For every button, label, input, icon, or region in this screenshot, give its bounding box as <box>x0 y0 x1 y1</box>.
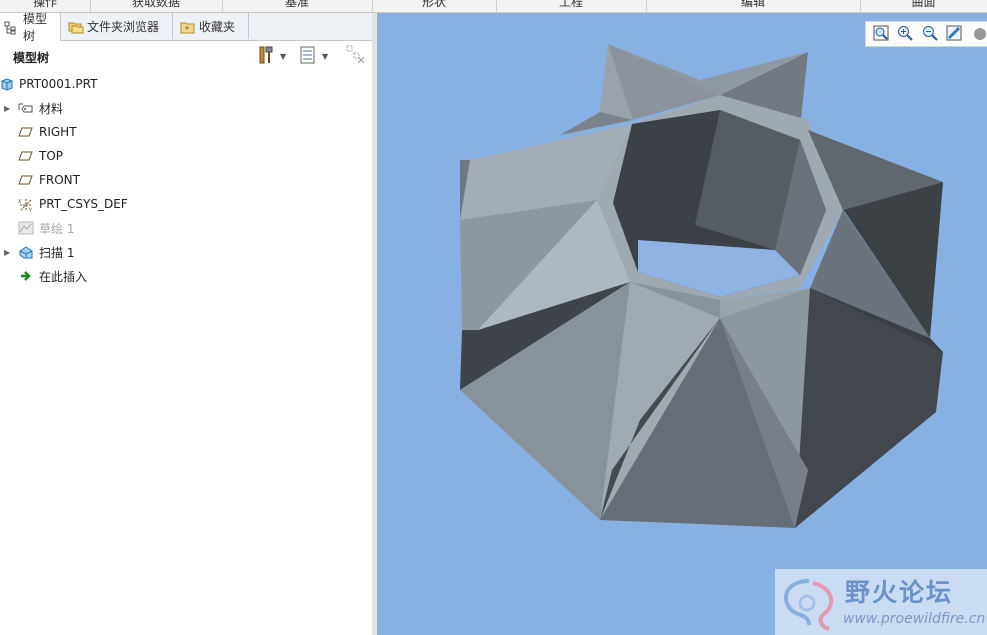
tree-item-label: PRT_CSYS_DEF <box>39 197 128 211</box>
ribbon-group-strip: 操作 获取数据 基准 形状 工程 编辑 曲面 <box>0 0 987 13</box>
repaint-button[interactable] <box>945 24 963 44</box>
watermark-url: www.proewildfire.cn <box>843 611 986 627</box>
navigator-tab-bar: 模型树 文件夹浏览器 * 收藏夹 <box>0 12 372 43</box>
tree-item-label: RIGHT <box>39 125 77 139</box>
settings-dropdown-button[interactable]: ▼ <box>258 46 286 66</box>
tree-item-label: 草绘 1 <box>39 221 75 236</box>
sweep-icon <box>18 245 34 259</box>
tree-item-sweep[interactable]: ▶ 扫描 1 <box>0 241 372 263</box>
datum-plane-icon <box>18 173 34 187</box>
repaint-icon <box>946 25 962 44</box>
tab-folder-browser-label: 文件夹浏览器 <box>87 19 160 34</box>
ribbon-group-get-data[interactable]: 获取数据 <box>90 0 223 12</box>
tree-item-sketch[interactable]: 草绘 1 <box>0 217 372 239</box>
tree-item-material[interactable]: ▶ 材料 <box>0 97 372 119</box>
display-style-button[interactable] <box>969 24 987 44</box>
tools-icon <box>258 46 274 67</box>
model-tree-title: 模型树 <box>13 51 50 65</box>
ribbon-group-surfaces[interactable]: 曲面 <box>860 0 987 12</box>
zoom-out-button[interactable] <box>920 24 938 44</box>
filter-button[interactable] <box>346 45 366 68</box>
tree-item-label: 材料 <box>39 101 64 116</box>
watermark-title: 野火论坛 <box>845 578 954 607</box>
datum-plane-icon <box>18 125 34 139</box>
tree-item-label: FRONT <box>39 173 80 187</box>
expand-arrow-icon[interactable]: ▶ <box>4 104 10 113</box>
chevron-down-icon: ▼ <box>280 51 287 61</box>
zoom-out-icon <box>922 25 938 44</box>
zoom-in-button[interactable] <box>896 24 914 44</box>
ribbon-group-editing[interactable]: 编辑 <box>646 0 861 12</box>
list-icon <box>300 46 316 67</box>
navigator-panel: 模型树 文件夹浏览器 * 收藏夹 模型树 ▼ ▼ PRT0001.PRT ▶ 材… <box>0 12 373 635</box>
ribbon-group-datum[interactable]: 基准 <box>222 0 373 12</box>
tab-favorites[interactable]: * 收藏夹 <box>173 13 249 39</box>
view-toolbar <box>865 21 987 47</box>
tree-item-label: 扫描 1 <box>39 245 75 260</box>
tab-favorites-label: 收藏夹 <box>199 19 236 34</box>
svg-text:Y: Y <box>28 208 33 213</box>
expand-arrow-icon[interactable]: ▶ <box>4 248 10 257</box>
tree-filter-icon <box>346 45 366 68</box>
show-dropdown-button[interactable]: ▼ <box>300 46 328 66</box>
tree-item-part[interactable]: PRT0001.PRT <box>0 73 372 95</box>
refit-icon <box>873 25 889 44</box>
forum-watermark: 野火论坛 www.proewildfire.cn <box>775 569 987 635</box>
refit-button[interactable] <box>872 24 890 44</box>
tree-item-insert-here[interactable]: 在此插入 <box>0 265 372 287</box>
folder-browser-icon <box>68 20 84 34</box>
insert-here-arrow-icon <box>18 269 34 283</box>
forum-logo-icon <box>783 579 834 631</box>
model-tree-icon <box>4 21 18 35</box>
svg-text:*: * <box>185 25 189 34</box>
svg-text:X: X <box>18 199 22 205</box>
tree-item-label: TOP <box>39 149 64 163</box>
display-style-icon <box>970 25 986 44</box>
tree-item-front-plane[interactable]: FRONT <box>0 169 372 191</box>
tree-item-right-plane[interactable]: RIGHT <box>0 121 372 143</box>
tab-folder-browser[interactable]: 文件夹浏览器 <box>61 13 173 39</box>
tab-model-tree-label: 模型树 <box>23 12 48 43</box>
graphics-viewport[interactable]: 野火论坛 www.proewildfire.cn <box>377 13 987 635</box>
coordinate-system-icon: XY <box>18 197 34 214</box>
3d-model-sweep[interactable] <box>377 13 987 635</box>
model-tree-toolbar: 模型树 ▼ ▼ <box>0 41 372 71</box>
ribbon-group-engineering[interactable]: 工程 <box>496 0 647 12</box>
material-icon <box>18 101 34 115</box>
tree-item-label: PRT0001.PRT <box>19 77 98 91</box>
zoom-in-icon <box>897 25 914 44</box>
tree-item-top-plane[interactable]: TOP <box>0 145 372 167</box>
part-icon <box>0 77 16 91</box>
favorites-icon: * <box>180 20 195 34</box>
sketch-icon <box>18 221 34 235</box>
ribbon-group-shapes[interactable]: 形状 <box>372 0 497 12</box>
tree-item-csys[interactable]: XY PRT_CSYS_DEF <box>0 193 372 215</box>
chevron-down-icon: ▼ <box>322 51 329 61</box>
datum-plane-icon <box>18 149 34 163</box>
tree-item-label: 在此插入 <box>39 269 88 284</box>
tab-model-tree[interactable]: 模型树 <box>0 12 61 43</box>
